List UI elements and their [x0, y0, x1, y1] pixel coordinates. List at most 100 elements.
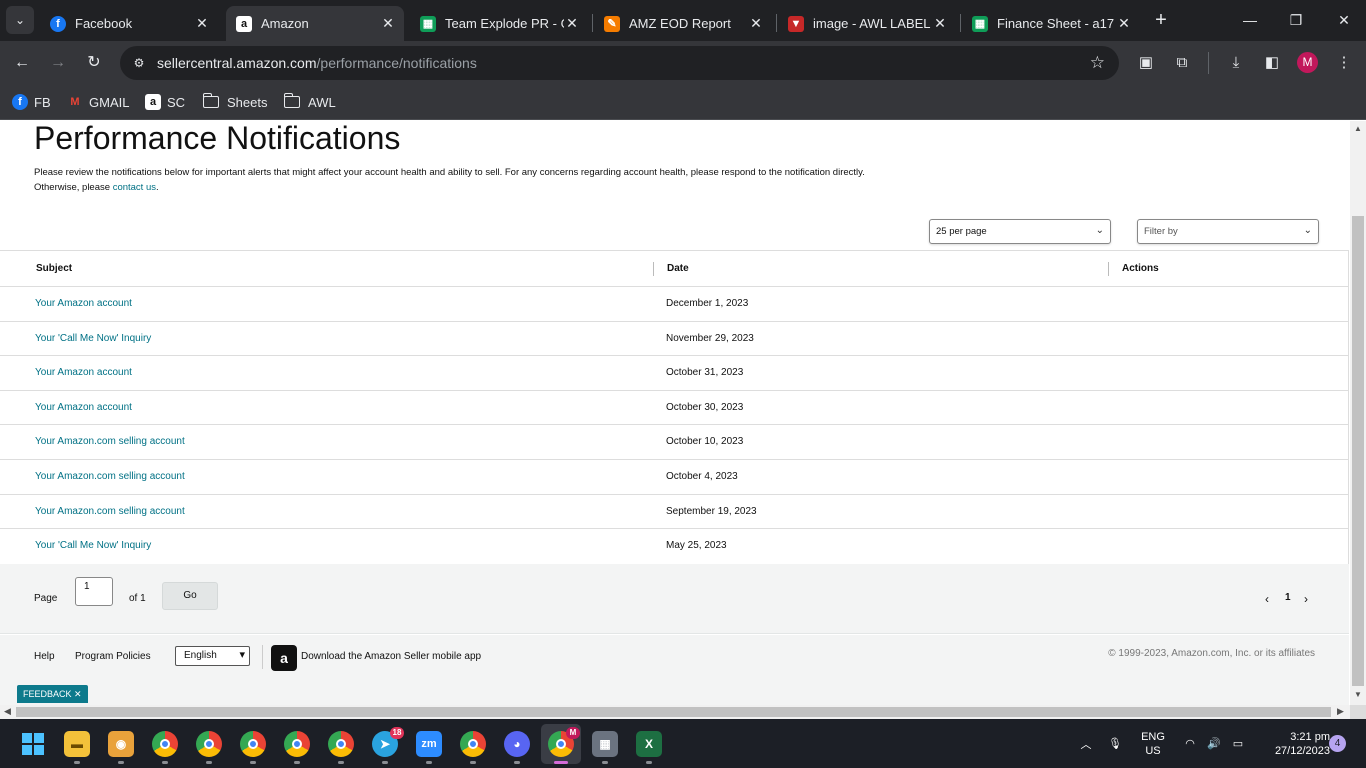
download-icon[interactable]: ⤓	[1226, 53, 1246, 73]
page-number-input[interactable]: 1	[75, 577, 113, 606]
notification-subject-link[interactable]: Your Amazon.com selling account	[35, 436, 185, 447]
bookmark-sc[interactable]: a SC	[145, 92, 185, 112]
scroll-down-icon[interactable]: ▼	[1354, 690, 1362, 699]
current-page-number[interactable]: 1	[1285, 592, 1291, 603]
restore-button[interactable]: ❐	[1284, 8, 1308, 32]
language-select[interactable]: English ▾	[175, 646, 250, 666]
site-info-icon[interactable]: ⚙	[130, 54, 148, 72]
excel-icon[interactable]: X	[636, 731, 662, 757]
notification-subject-link[interactable]: Your Amazon.com selling account	[35, 506, 185, 517]
previous-page-icon[interactable]: ‹	[1265, 592, 1269, 606]
calculator-icon[interactable]: ▦	[592, 731, 618, 757]
tab-team-explode[interactable]: ▦ Team Explode PR - Go ✕	[410, 6, 588, 41]
url-text[interactable]: sellercentral.amazon.com/performance/not…	[157, 55, 477, 71]
next-page-icon[interactable]: ›	[1304, 592, 1308, 606]
chevron-up-icon[interactable]: ︿	[1076, 719, 1096, 768]
back-button[interactable]: ←	[9, 50, 35, 76]
input-language[interactable]: ENG US	[1136, 730, 1170, 758]
notification-subject-link[interactable]: Your Amazon.com selling account	[35, 471, 185, 482]
per-page-select[interactable]: 25 per page ⌄	[929, 219, 1111, 244]
extensions-icon[interactable]: ⧉	[1172, 53, 1192, 73]
windows-start-icon[interactable]	[20, 731, 46, 757]
scroll-up-icon[interactable]: ▲	[1354, 124, 1362, 133]
bookmark-folder-awl[interactable]: AWL	[283, 92, 336, 112]
address-bar[interactable]: ⚙ sellercentral.amazon.com/performance/n…	[120, 46, 1119, 80]
side-panel-icon[interactable]: ◧	[1262, 53, 1282, 73]
close-icon[interactable]: ✕	[74, 689, 82, 699]
battery-icon[interactable]: ▭	[1229, 719, 1247, 768]
chrome-active-window[interactable]: M	[541, 724, 581, 764]
feedback-button[interactable]: FEEDBACK ✕	[17, 685, 88, 703]
running-indicator	[74, 761, 80, 764]
close-icon[interactable]: ✕	[380, 15, 396, 32]
column-header-subject[interactable]: Subject	[36, 263, 72, 274]
notification-count-badge[interactable]: 4	[1329, 735, 1346, 752]
chrome-icon[interactable]	[196, 731, 222, 757]
bookmark-fb[interactable]: f FB	[12, 92, 51, 112]
chrome-icon[interactable]	[284, 731, 310, 757]
screenshot-icon[interactable]: ▣	[1136, 53, 1156, 73]
clock[interactable]: 3:21 pm 27/12/2023	[1254, 730, 1330, 758]
notification-subject-link[interactable]: Your 'Call Me Now' Inquiry	[35, 333, 151, 344]
tab-amazon[interactable]: a Amazon ✕	[226, 6, 404, 41]
window-close-button[interactable]: ✕	[1332, 8, 1356, 32]
vertical-scrollbar[interactable]: ▲ ▼	[1350, 121, 1366, 705]
scroll-left-icon[interactable]: ◀	[4, 706, 11, 717]
windows-taskbar: ▬ ◉ ➤ 18 zm ◕ M ▦ X ︿ 🎙 ENG US ◠ 🔊 ▭ 3:21…	[0, 719, 1366, 768]
running-indicator	[470, 761, 476, 764]
bookmark-label: AWL	[308, 94, 336, 110]
horizontal-scrollbar[interactable]: ◀ ▶	[0, 705, 1350, 719]
go-button[interactable]: Go	[162, 582, 218, 610]
file-explorer-icon[interactable]: ▬	[64, 731, 90, 757]
minimize-button[interactable]: —	[1238, 8, 1262, 32]
profile-avatar[interactable]: M	[1297, 52, 1318, 73]
program-policies-link[interactable]: Program Policies	[75, 651, 151, 662]
close-icon[interactable]: ✕	[932, 15, 948, 32]
tab-amz-eod-report[interactable]: ✎ AMZ EOD Report ✕	[594, 6, 772, 41]
help-link[interactable]: Help	[34, 651, 55, 662]
tab-facebook[interactable]: f Facebook ✕	[40, 6, 218, 41]
table-row: Your Amazon.com selling account Septembe…	[0, 495, 1348, 530]
scroll-right-icon[interactable]: ▶	[1337, 706, 1344, 717]
close-icon[interactable]: ✕	[1116, 15, 1132, 32]
page-footer: Help Program Policies English ▾ a Downlo…	[0, 635, 1349, 705]
discord-icon[interactable]: ◕	[504, 731, 530, 757]
close-icon[interactable]: ✕	[194, 15, 210, 32]
tab-awl-label[interactable]: ▼ image - AWL LABEL ✕	[778, 6, 956, 41]
reload-button[interactable]: ↻	[81, 50, 107, 76]
download-app-link[interactable]: Download the Amazon Seller mobile app	[301, 651, 481, 662]
chrome-icon[interactable]	[240, 731, 266, 757]
chrome-icon[interactable]	[152, 731, 178, 757]
forward-button[interactable]: →	[45, 50, 71, 76]
tab-finance-sheet[interactable]: ▦ Finance Sheet - a17 - ✕	[962, 6, 1140, 41]
notification-subject-link[interactable]: Your Amazon account	[35, 402, 132, 413]
column-header-date[interactable]: Date	[667, 263, 689, 274]
close-icon[interactable]: ✕	[564, 15, 580, 32]
notification-subject-link[interactable]: Your Amazon account	[35, 367, 132, 378]
folder-icon	[202, 93, 219, 108]
horizontal-scroll-thumb[interactable]	[16, 707, 1331, 717]
filter-by-select[interactable]: Filter by ⌄	[1137, 219, 1319, 244]
intro-end: .	[156, 182, 159, 193]
notification-subject-link[interactable]: Your 'Call Me Now' Inquiry	[35, 540, 151, 551]
close-icon[interactable]: ✕	[748, 15, 764, 32]
microphone-icon[interactable]: 🎙	[1106, 719, 1124, 768]
vertical-scroll-thumb[interactable]	[1352, 216, 1364, 686]
bookmark-gmail[interactable]: M GMAIL	[67, 92, 129, 112]
zoom-icon[interactable]: zm	[416, 731, 442, 757]
notification-date: October 30, 2023	[666, 401, 744, 413]
app-icon[interactable]: ◉	[108, 731, 134, 757]
chrome-icon[interactable]	[460, 731, 486, 757]
wifi-icon[interactable]: ◠	[1181, 719, 1199, 768]
bookmark-folder-sheets[interactable]: Sheets	[202, 92, 267, 112]
notification-subject-link[interactable]: Your Amazon account	[35, 298, 132, 309]
volume-icon[interactable]: 🔊	[1205, 719, 1223, 768]
bookmark-star-icon[interactable]: ☆	[1090, 53, 1105, 73]
telegram-icon[interactable]: ➤ 18	[372, 727, 404, 757]
contact-us-link[interactable]: contact us	[113, 182, 156, 193]
chrome-icon[interactable]	[328, 731, 354, 757]
menu-kebab-icon[interactable]: ⋮	[1334, 53, 1354, 73]
tab-search-button[interactable]: ⌄	[6, 6, 34, 34]
new-tab-button[interactable]: +	[1150, 9, 1172, 31]
amazon-app-icon[interactable]: a	[271, 645, 297, 671]
